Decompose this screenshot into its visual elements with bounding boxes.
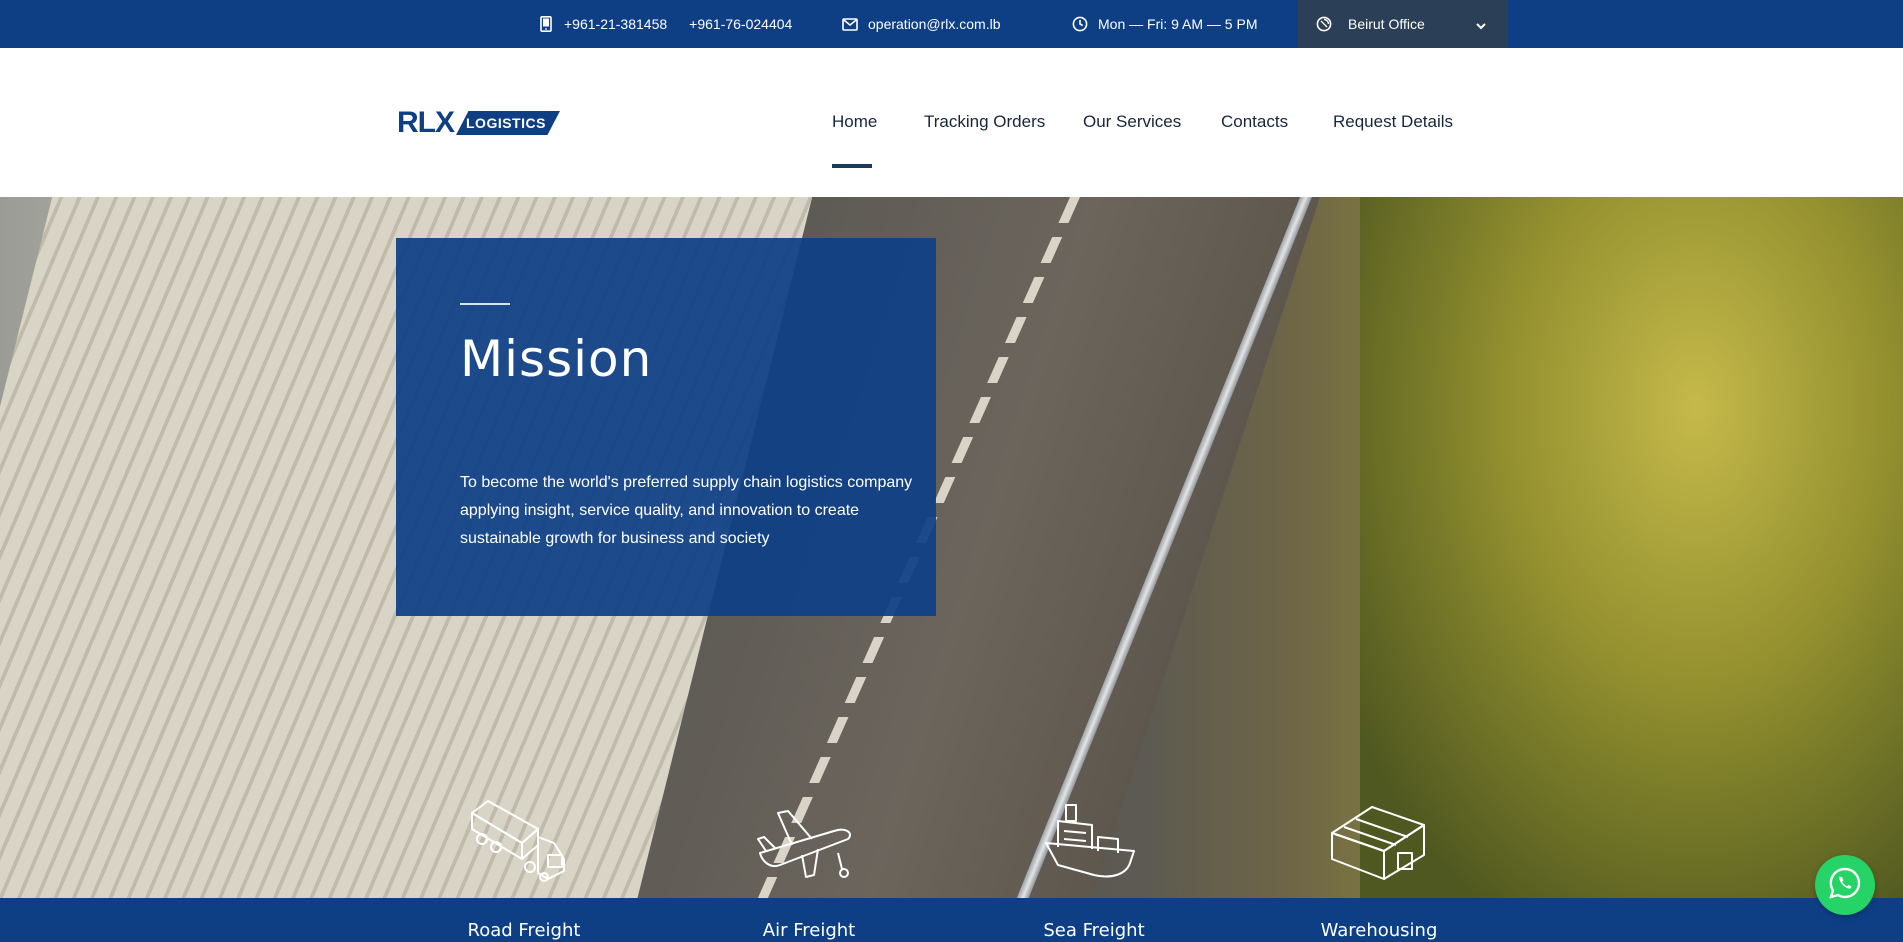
logo-badge: LOGISTICS	[456, 111, 560, 135]
logo[interactable]: RLX LOGISTICS	[397, 106, 579, 139]
contact-email[interactable]: operation@rlx.com.lb	[842, 0, 1001, 48]
nav-item-tracking-orders[interactable]: Tracking Orders	[924, 112, 1045, 132]
hours-text: Mon — Fri: 9 AM — 5 PM	[1098, 16, 1258, 32]
phone-number-2[interactable]: +961-76-024404	[689, 16, 792, 32]
contact-phones: +961-21-381458 +961-76-024404	[538, 0, 792, 48]
nav-item-home[interactable]: Home	[832, 112, 877, 132]
services-bar: Road Freight Air Freight Sea Freight War…	[0, 898, 1903, 942]
office-selector[interactable]: Beirut Office	[1298, 0, 1508, 48]
nav-item-contacts[interactable]: Contacts	[1221, 112, 1288, 132]
top-bar: +961-21-381458 +961-76-024404 operation@…	[0, 0, 1903, 48]
clock-icon	[1072, 16, 1088, 32]
site-header: RLX LOGISTICS Home Tracking Orders Our S…	[0, 48, 1903, 197]
email-address[interactable]: operation@rlx.com.lb	[868, 16, 1001, 32]
chevron-down-icon[interactable]	[1476, 17, 1486, 33]
whatsapp-chat-button[interactable]	[1815, 855, 1875, 915]
mail-icon	[842, 16, 858, 32]
hero-section: Mission To become the world's preferred …	[0, 197, 1903, 898]
airplane-icon[interactable]	[752, 793, 862, 883]
warehouse-icon[interactable]	[1324, 793, 1434, 883]
service-label-warehousing[interactable]: Warehousing	[1321, 920, 1438, 941]
whatsapp-icon	[1828, 866, 1862, 905]
phone-icon	[538, 16, 554, 32]
service-label-air-freight[interactable]: Air Freight	[763, 920, 855, 941]
mission-card: Mission To become the world's preferred …	[396, 238, 936, 616]
ship-icon[interactable]	[1038, 793, 1148, 883]
service-label-road-freight[interactable]: Road Freight	[468, 920, 581, 941]
mission-text: To become the world's preferred supply c…	[460, 474, 913, 547]
mission-divider	[460, 303, 510, 305]
truck-icon[interactable]	[468, 793, 578, 883]
nav-item-our-services[interactable]: Our Services	[1083, 112, 1181, 132]
phone-number-1[interactable]: +961-21-381458	[564, 16, 667, 32]
service-label-sea-freight[interactable]: Sea Freight	[1043, 920, 1144, 941]
mission-title: Mission	[460, 330, 653, 388]
nav-item-request-details[interactable]: Request Details	[1333, 112, 1453, 132]
hero-image-grass	[1360, 197, 1903, 898]
nav-active-indicator	[832, 164, 872, 168]
location-icon	[1316, 16, 1332, 32]
office-name: Beirut Office	[1348, 16, 1425, 32]
opening-hours: Mon — Fri: 9 AM — 5 PM	[1072, 0, 1257, 48]
logo-wordmark: RLX	[397, 106, 455, 139]
